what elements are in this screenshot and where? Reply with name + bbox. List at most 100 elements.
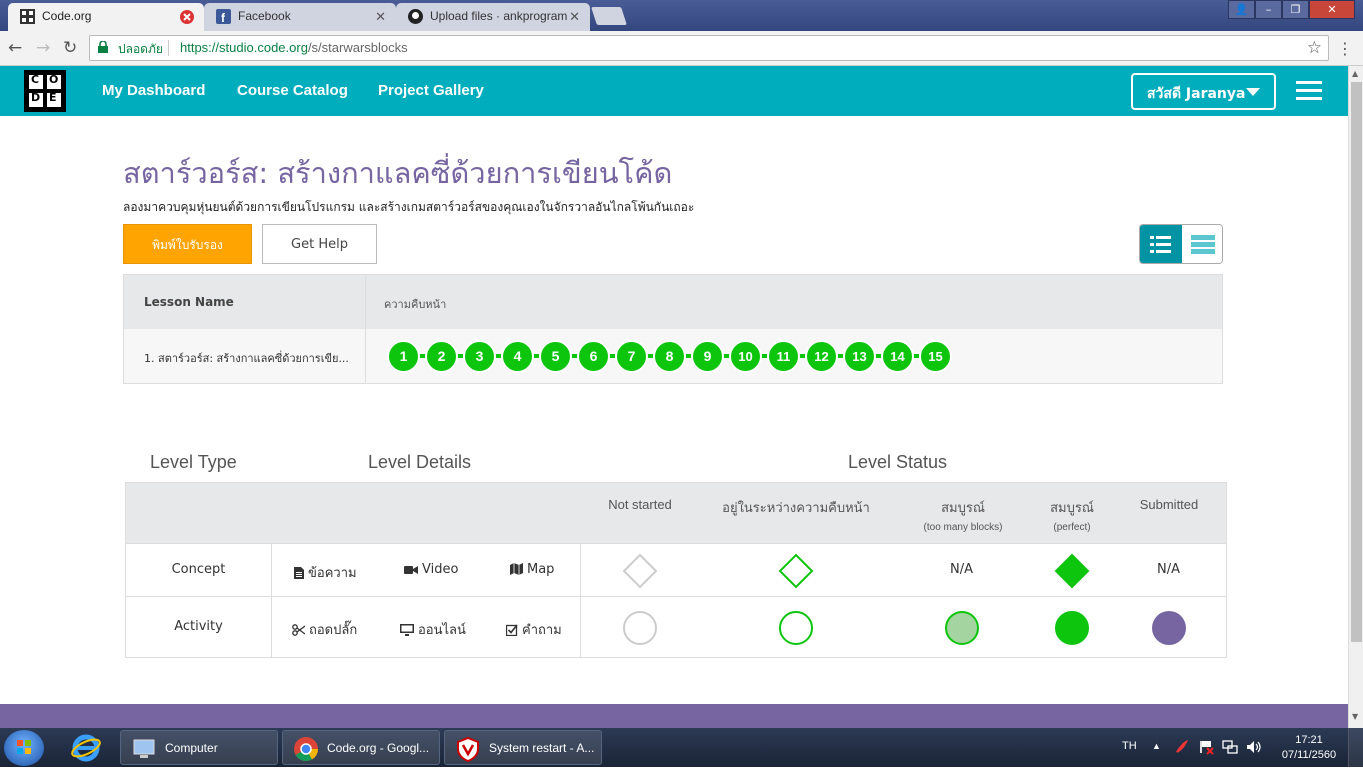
level-bubble-15[interactable]: 15 bbox=[919, 340, 952, 373]
network-tray-icon[interactable] bbox=[1222, 739, 1238, 755]
level-bubble-5[interactable]: 5 bbox=[539, 340, 572, 373]
tab-close-icon[interactable]: ✕ bbox=[569, 9, 580, 25]
forward-arrow-icon[interactable]: → bbox=[36, 38, 50, 58]
logo-letter-e: E bbox=[49, 91, 57, 104]
new-tab-button[interactable] bbox=[591, 7, 627, 25]
level-bubble-12[interactable]: 12 bbox=[805, 340, 838, 373]
code-org-logo[interactable]: C O D E bbox=[24, 70, 66, 112]
level-bubble-11[interactable]: 11 bbox=[767, 340, 800, 373]
scroll-up-icon[interactable]: ▲ bbox=[1352, 69, 1358, 78]
flag-tray-icon[interactable] bbox=[1198, 739, 1214, 755]
tab-close-icon[interactable] bbox=[180, 10, 194, 24]
tab-title: Upload files · ankprogram bbox=[430, 9, 568, 23]
print-certificate-button[interactable]: พิมพ์ใบรับรอง bbox=[123, 224, 252, 264]
legend-heading-level-type: Level Type bbox=[150, 452, 237, 472]
show-desktop-button[interactable] bbox=[1348, 728, 1363, 767]
profile-icon[interactable]: 👤 bbox=[1228, 0, 1255, 19]
status-in-progress-header: อยู่ในระหว่างความคืบหน้า bbox=[716, 497, 876, 518]
status-submitted-header: Submitted bbox=[1126, 497, 1212, 512]
detail-view-button[interactable] bbox=[1140, 225, 1182, 263]
summary-view-button[interactable] bbox=[1182, 225, 1222, 263]
tab-facebook[interactable]: f Facebook ✕ bbox=[204, 3, 396, 31]
windows-start-button[interactable] bbox=[4, 730, 44, 766]
column-divider bbox=[365, 275, 366, 383]
hamburger-menu-icon[interactable] bbox=[1296, 81, 1322, 101]
back-arrow-icon[interactable]: ← bbox=[8, 38, 22, 58]
status-complete-too-many-header: สมบูรณ์ (too many blocks) bbox=[911, 497, 1015, 533]
concept-too-many-na: N/A bbox=[950, 562, 973, 577]
level-bubble-2[interactable]: 2 bbox=[425, 340, 458, 373]
header-lesson-name: Lesson Name bbox=[144, 295, 234, 309]
status-label: Not started bbox=[608, 497, 672, 512]
level-bubble-3[interactable]: 3 bbox=[463, 340, 496, 373]
level-bubble-13[interactable]: 13 bbox=[843, 340, 876, 373]
computer-icon bbox=[133, 739, 155, 758]
acrobat-tray-icon[interactable] bbox=[1174, 739, 1190, 755]
nav-my-dashboard[interactable]: My Dashboard bbox=[102, 82, 205, 99]
level-legend-table: Not started อยู่ในระหว่างความคืบหน้า สมบ… bbox=[125, 482, 1227, 658]
monitor-icon bbox=[400, 624, 414, 636]
list-detail-icon bbox=[1150, 236, 1171, 253]
detail-label: Video bbox=[422, 562, 459, 577]
address-bar[interactable]: ปลอดภัย https://studio.code.org/s/starwa… bbox=[89, 35, 1329, 61]
chrome-icon bbox=[294, 737, 318, 762]
level-bubble-7[interactable]: 7 bbox=[615, 340, 648, 373]
tab-close-icon[interactable]: ✕ bbox=[375, 9, 386, 25]
language-indicator[interactable]: TH bbox=[1122, 740, 1137, 752]
legend-row-activity: Activity ถอดปลั๊ก ออนไลน์ คำถาม bbox=[126, 596, 1226, 658]
taskbar-system-restart[interactable]: System restart - A... bbox=[444, 730, 602, 765]
lesson-name-link[interactable]: 1. สตาร์วอร์ส: สร้างกาแลคซี่ด้วยการเขีย.… bbox=[144, 349, 349, 367]
page-scrollbar[interactable]: ▲ ▼ bbox=[1348, 66, 1363, 728]
tab-title: Facebook bbox=[238, 9, 291, 23]
logo-letter-c: C bbox=[31, 73, 40, 86]
level-bubble-6[interactable]: 6 bbox=[577, 340, 610, 373]
activity-not-started-circle bbox=[623, 611, 657, 645]
nav-course-catalog[interactable]: Course Catalog bbox=[237, 82, 348, 99]
maximize-icon[interactable]: ❐ bbox=[1282, 0, 1309, 19]
legend-heading-level-details: Level Details bbox=[368, 452, 472, 472]
scroll-down-icon[interactable]: ▼ bbox=[1352, 712, 1358, 721]
address-separator bbox=[168, 40, 169, 56]
internet-explorer-icon[interactable] bbox=[70, 732, 102, 764]
shield-icon bbox=[457, 736, 479, 762]
tab-code-org[interactable]: Code.org bbox=[8, 3, 204, 31]
level-bubble-10[interactable]: 10 bbox=[729, 340, 762, 373]
bookmark-star-icon[interactable]: ☆ bbox=[1307, 38, 1322, 58]
status-sublabel: (perfect) bbox=[1053, 522, 1091, 533]
tray-expand-icon[interactable]: ▲ bbox=[1152, 741, 1161, 751]
status-label: สมบูรณ์ bbox=[941, 500, 985, 515]
legend-divider bbox=[271, 543, 272, 658]
facebook-favicon-icon: f bbox=[216, 9, 231, 24]
view-toggle bbox=[1139, 224, 1223, 264]
level-bubble-1[interactable]: 1 bbox=[387, 340, 420, 373]
taskbar-computer[interactable]: Computer bbox=[120, 730, 278, 765]
page-footer bbox=[0, 704, 1348, 729]
level-bubble-14[interactable]: 14 bbox=[881, 340, 914, 373]
get-help-button[interactable]: Get Help bbox=[262, 224, 377, 264]
level-bubble-8[interactable]: 8 bbox=[653, 340, 686, 373]
user-menu-button[interactable]: สวัสดี Jaranya bbox=[1131, 73, 1276, 110]
scrollbar-thumb[interactable] bbox=[1351, 82, 1362, 642]
browser-menu-icon[interactable]: ⋮ bbox=[1337, 39, 1353, 58]
system-clock[interactable]: 17:21 07/11/2560 bbox=[1278, 733, 1340, 763]
progress-table: Lesson Name ความคืบหน้า 1. สตาร์วอร์ส: ส… bbox=[123, 274, 1223, 384]
minimize-icon[interactable]: – bbox=[1255, 0, 1282, 19]
detail-video: Video bbox=[404, 562, 458, 577]
user-greeting: สวัสดี Jaranya bbox=[1147, 86, 1246, 102]
tab-github-upload[interactable]: Upload files · ankprogram ✕ bbox=[396, 3, 590, 31]
level-bubble-4[interactable]: 4 bbox=[501, 340, 534, 373]
taskbar-chrome[interactable]: Code.org - Googl... bbox=[282, 730, 440, 765]
checkbox-icon bbox=[505, 624, 518, 637]
nav-project-gallery[interactable]: Project Gallery bbox=[378, 82, 484, 99]
reload-icon[interactable]: ↻ bbox=[63, 38, 77, 58]
volume-tray-icon[interactable] bbox=[1246, 739, 1262, 755]
close-window-icon[interactable]: ✕ bbox=[1309, 0, 1355, 19]
header-progress: ความคืบหน้า bbox=[384, 298, 447, 311]
concept-perfect-diamond bbox=[1054, 553, 1090, 589]
legend-row-concept: Concept ข้อความ Video Map N/A N/A bbox=[126, 543, 1226, 596]
concept-submitted-na: N/A bbox=[1157, 562, 1180, 577]
detail-text: ข้อความ bbox=[294, 562, 357, 583]
activity-in-progress-circle bbox=[779, 611, 813, 645]
level-bubble-9[interactable]: 9 bbox=[691, 340, 724, 373]
progress-table-header: Lesson Name ความคืบหน้า bbox=[124, 275, 1222, 329]
